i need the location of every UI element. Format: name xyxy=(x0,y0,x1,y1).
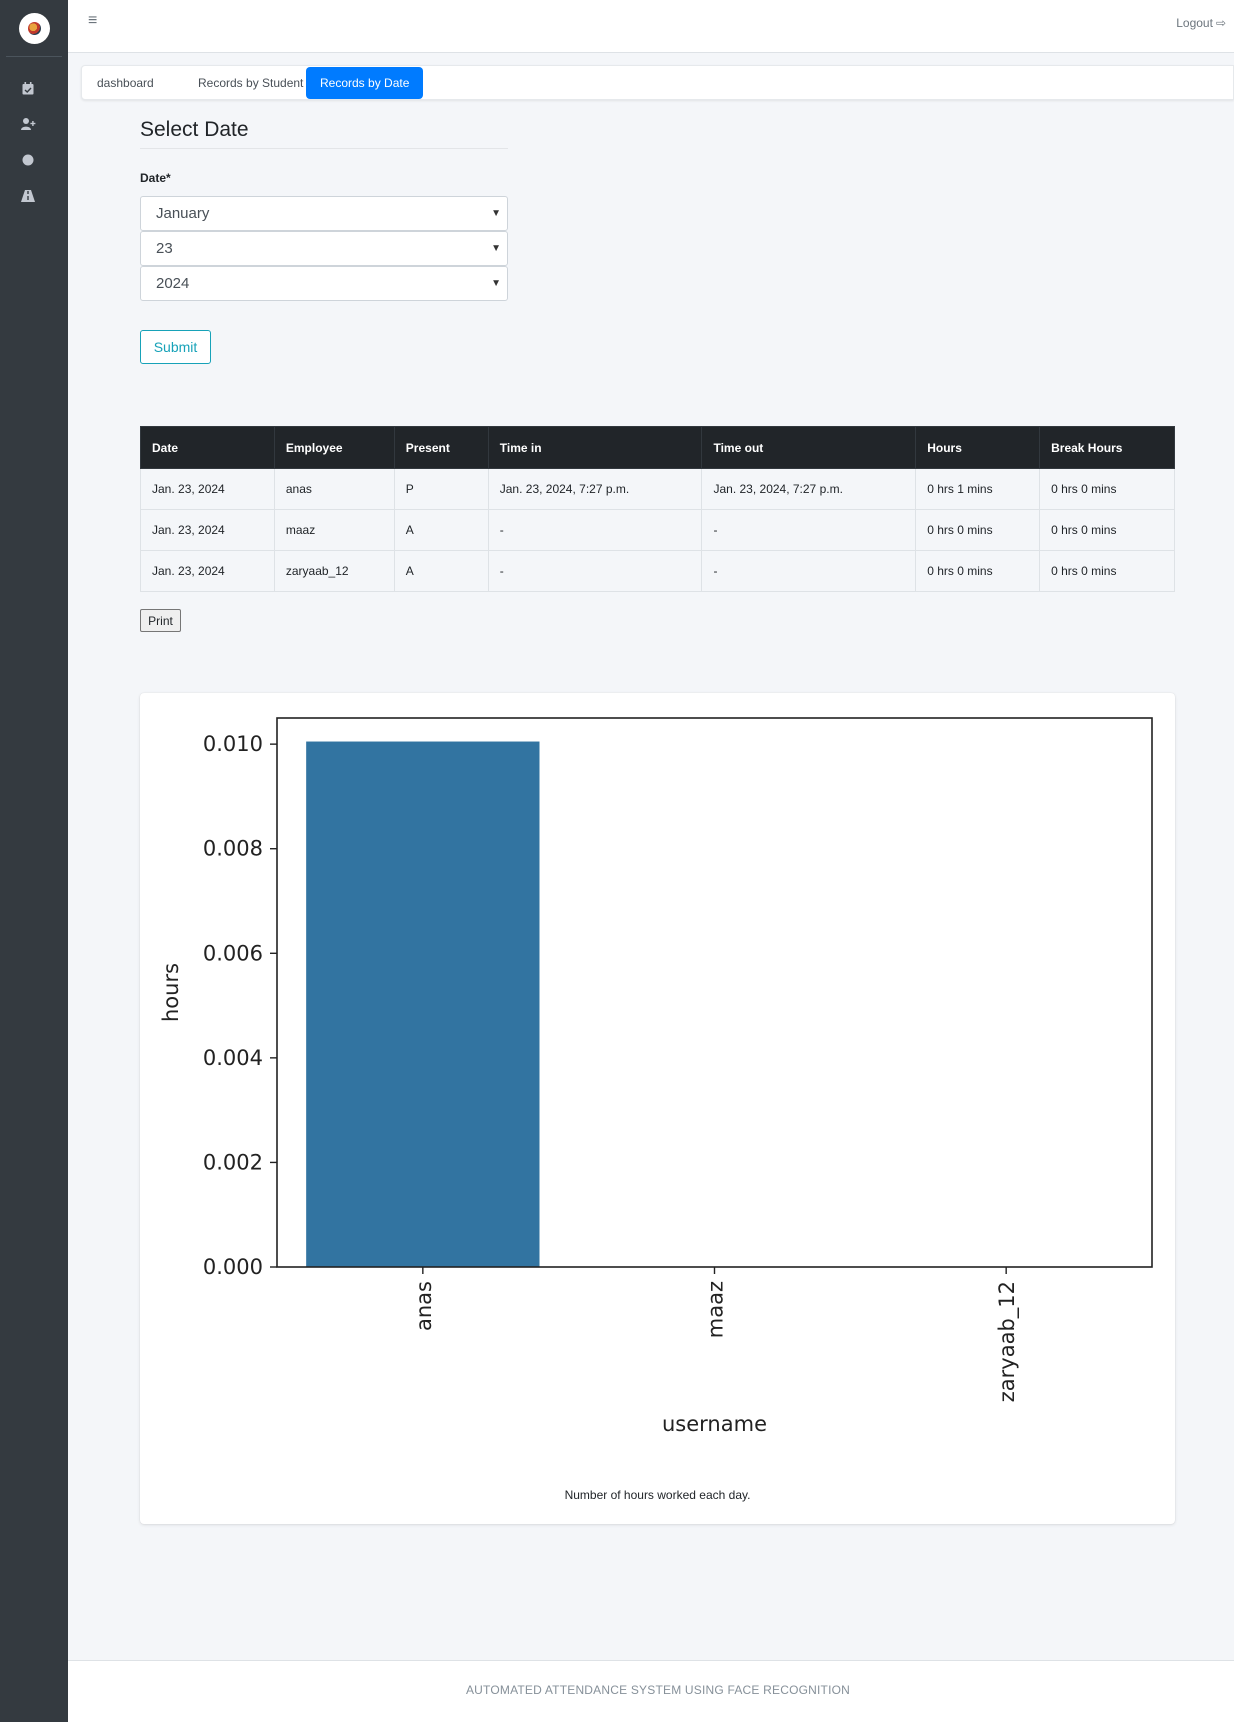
cell-time-out: Jan. 23, 2024, 7:27 p.m. xyxy=(701,468,917,510)
month-select-value: January xyxy=(156,205,210,222)
y-tick-label: 0.006 xyxy=(203,941,263,965)
records-table: Date Employee Present Time in Time out H… xyxy=(140,426,1175,592)
road-icon[interactable] xyxy=(20,188,36,204)
cell-time-in: - xyxy=(487,509,703,551)
menu-toggle-icon[interactable]: ≡ xyxy=(88,12,97,30)
cell-hours: 0 hrs 0 mins xyxy=(915,509,1041,551)
date-field-label: Date* xyxy=(140,171,171,185)
table-row: Jan. 23, 2024 zaryaab_12 A - - 0 hrs 0 m… xyxy=(140,550,1175,592)
cell-employee: zaryaab_12 xyxy=(273,550,395,592)
cell-time-in: Jan. 23, 2024, 7:27 p.m. xyxy=(487,468,703,510)
table-header-row: Date Employee Present Time in Time out H… xyxy=(140,426,1175,469)
calendar-check-icon[interactable] xyxy=(20,80,36,96)
header-time-out: Time out xyxy=(701,426,917,469)
header-time-in: Time in xyxy=(487,426,703,469)
print-button[interactable]: Print xyxy=(140,609,181,632)
cell-date: Jan. 23, 2024 xyxy=(140,468,275,510)
cell-time-in: - xyxy=(487,550,703,592)
cell-break-hours: 0 hrs 0 mins xyxy=(1039,509,1175,551)
x-tick-label: anas xyxy=(412,1281,436,1331)
x-tick-label: maaz xyxy=(704,1281,728,1338)
chevron-down-icon: ▼ xyxy=(491,208,501,219)
logout-label: Logout xyxy=(1176,16,1213,30)
sidebar xyxy=(0,0,68,1722)
month-select[interactable]: January ▼ xyxy=(140,196,508,231)
footer-text: AUTOMATED ATTENDANCE SYSTEM USING FACE R… xyxy=(465,1683,851,1697)
hours-bar-chart: 0.000 0.002 0.004 0.006 0.008 0.010 anas maaz za… xyxy=(159,717,1153,1436)
cell-present: A xyxy=(393,509,489,551)
sign-out-icon: ⇨ xyxy=(1215,16,1226,30)
logo-icon[interactable] xyxy=(18,12,50,44)
cell-break-hours: 0 hrs 0 mins xyxy=(1039,468,1175,510)
y-tick-label: 0.000 xyxy=(203,1255,263,1279)
submit-button[interactable]: Submit xyxy=(140,330,211,364)
bar-anas xyxy=(306,741,540,1267)
y-tick-label: 0.008 xyxy=(203,837,263,861)
footer: AUTOMATED ATTENDANCE SYSTEM USING FACE R… xyxy=(68,1660,1234,1722)
cell-date: Jan. 23, 2024 xyxy=(140,509,275,551)
header-hours: Hours xyxy=(915,426,1041,469)
header-break-hours: Break Hours xyxy=(1039,426,1175,469)
top-navbar: ≡ Logout ⇨ xyxy=(68,0,1234,53)
year-select-value: 2024 xyxy=(156,275,190,292)
y-tick-label: 0.004 xyxy=(203,1046,263,1070)
tab-dashboard[interactable]: dashboard xyxy=(83,67,168,99)
x-axis-label: username xyxy=(662,1412,767,1436)
day-select[interactable]: 23 ▼ xyxy=(140,231,508,266)
header-employee: Employee xyxy=(273,426,395,469)
y-tick-label: 0.010 xyxy=(203,732,263,756)
cell-employee: anas xyxy=(273,468,395,510)
table-row: Jan. 23, 2024 maaz A - - 0 hrs 0 mins 0 … xyxy=(140,509,1175,551)
chevron-down-icon: ▼ xyxy=(491,278,501,289)
cell-date: Jan. 23, 2024 xyxy=(140,550,275,592)
chevron-down-icon: ▼ xyxy=(491,243,501,254)
circle-icon[interactable] xyxy=(20,152,36,168)
cell-employee: maaz xyxy=(273,509,395,551)
tab-bar: dashboard Records by Student Records by … xyxy=(81,65,1234,100)
cell-time-out: - xyxy=(701,550,917,592)
cell-hours: 0 hrs 1 mins xyxy=(915,468,1041,510)
tab-records-by-date[interactable]: Records by Date xyxy=(306,67,424,99)
cell-present: P xyxy=(393,468,489,510)
tab-records-by-student[interactable]: Records by Student xyxy=(184,67,317,99)
header-present: Present xyxy=(393,426,489,469)
cell-present: A xyxy=(393,550,489,592)
brand[interactable] xyxy=(6,0,62,57)
y-tick-label: 0.002 xyxy=(203,1150,263,1174)
year-select[interactable]: 2024 ▼ xyxy=(140,266,508,301)
table-row: Jan. 23, 2024 anas P Jan. 23, 2024, 7:27… xyxy=(140,468,1175,510)
cell-hours: 0 hrs 0 mins xyxy=(915,550,1041,592)
x-tick-label: zaryaab_12 xyxy=(995,1281,1020,1402)
logout-link[interactable]: Logout ⇨ xyxy=(1176,16,1226,30)
user-plus-icon[interactable] xyxy=(20,116,36,132)
cell-break-hours: 0 hrs 0 mins xyxy=(1039,550,1175,592)
y-axis-label: hours xyxy=(159,963,183,1022)
cell-time-out: - xyxy=(701,509,917,551)
header-date: Date xyxy=(140,426,275,469)
day-select-value: 23 xyxy=(156,240,173,257)
chart-card: 0.000 0.002 0.004 0.006 0.008 0.010 anas maaz za… xyxy=(140,693,1175,1524)
chart-caption: Number of hours worked each day. xyxy=(564,1488,751,1502)
page-title: Select Date xyxy=(140,118,508,149)
